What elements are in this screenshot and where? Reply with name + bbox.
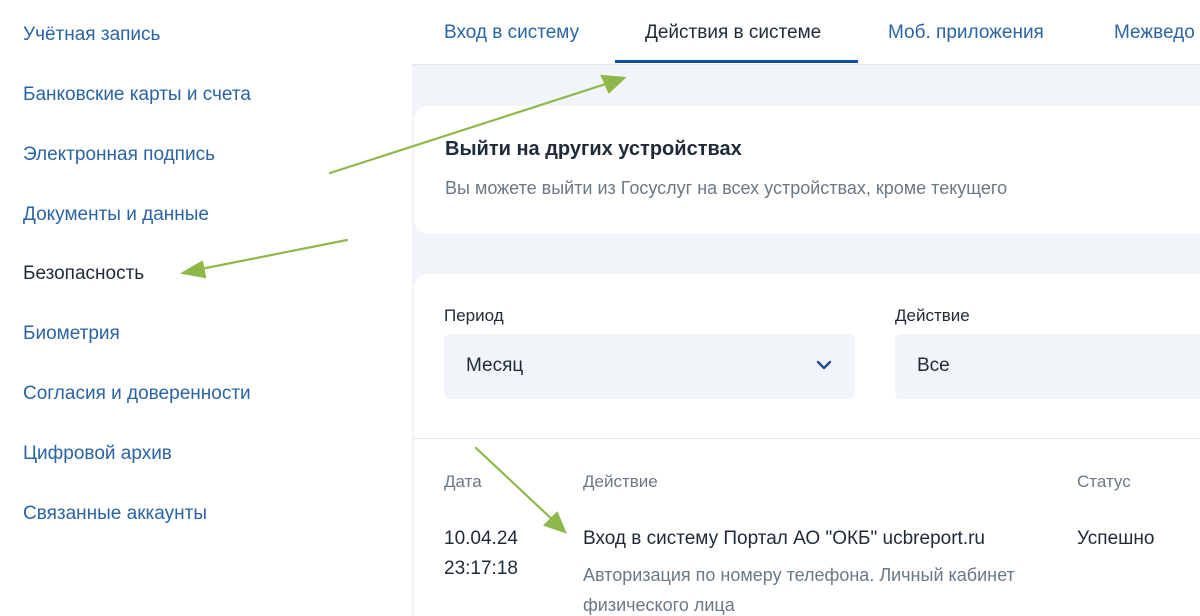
sidebar-item-biometrics[interactable]: Биометрия [23,323,120,345]
column-header-status: Статус [1077,472,1131,491]
sidebar-item-consents[interactable]: Согласия и доверенности [23,383,251,405]
sidebar-item-e-signature[interactable]: Электронная подпись [23,144,215,166]
row-details-line2: физического лица [583,595,735,615]
active-tab-indicator [615,60,858,63]
tab-login[interactable]: Вход в систему [444,22,579,44]
row-details-line1: Авторизация по номеру телефона. Личный к… [583,565,1015,585]
action-filter-label: Действие [895,306,970,325]
tab-system-actions[interactable]: Действия в системе [645,22,821,44]
sidebar-item-account[interactable]: Учётная запись [23,24,160,46]
period-label: Период [444,306,504,325]
period-select[interactable]: Месяц [444,334,855,399]
row-status: Успешно [1077,528,1155,549]
column-header-action: Действие [583,472,658,491]
action-select-value: Все [917,355,950,376]
sidebar-item-linked-accounts[interactable]: Связанные аккаунты [23,503,207,525]
period-select-value: Месяц [466,355,524,376]
tab-interagency[interactable]: Межведо [1114,22,1195,44]
tab-mobile-apps[interactable]: Моб. приложения [888,22,1044,44]
sidebar-item-bank-cards[interactable]: Банковские карты и счета [23,84,251,106]
logout-card-subtitle: Вы можете выйти из Госуслуг на всех устр… [445,178,1008,198]
tab-bar: Вход в систему Действия в системе Моб. п… [412,0,1200,65]
filters-divider [414,438,1200,439]
row-time: 23:17:18 [444,558,518,579]
actions-log-card: Период Месяц Действие Все Дата Действие … [414,274,1200,616]
logout-other-devices-card[interactable]: Выйти на других устройствах Вы можете вы… [414,106,1200,234]
column-header-date: Дата [444,472,482,491]
chevron-down-icon [816,360,832,370]
row-date: 10.04.24 [444,528,518,549]
sidebar-item-security[interactable]: Безопасность [23,263,144,285]
sidebar-item-digital-archive[interactable]: Цифровой архив [23,443,172,465]
row-action: Вход в систему Портал АО "ОКБ" ucbreport… [583,528,985,549]
action-select[interactable]: Все [895,334,1200,399]
sidebar: Учётная запись Банковские карты и счета … [0,0,412,616]
security-page: Учётная запись Банковские карты и счета … [0,0,1200,616]
main-content: Вход в систему Действия в системе Моб. п… [412,0,1200,616]
sidebar-item-documents[interactable]: Документы и данные [23,204,209,226]
logout-card-title: Выйти на других устройствах [445,138,742,160]
